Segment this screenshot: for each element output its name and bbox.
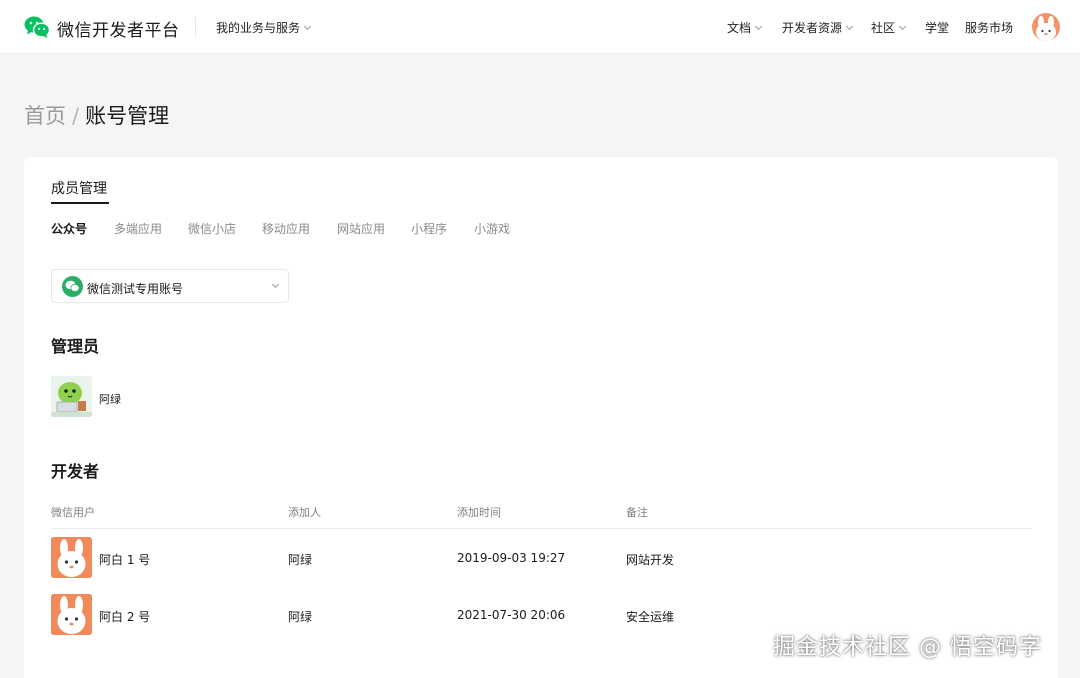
developer-added-time: 2021-07-30 20:06 [457,608,566,622]
column-header-note: 备注 [626,506,648,519]
chevron-down-icon [303,22,312,31]
tab-mini-program[interactable]: 小程序 [411,220,447,237]
breadcrumb-separator: / [72,104,80,128]
table-row: 阿白 1 号 阿绿 2019-09-03 19:27 网站开发 [24,537,1058,581]
member-management-card: 成员管理 公众号 多端应用 微信小店 移动应用 网站应用 小程序 小游戏 微信测… [24,157,1058,678]
developer-note: 安全运维 [626,610,675,624]
watermark-text: 掘金技术社区 @ 悟空码字 [773,635,1042,660]
nav-community[interactable]: 社区 [871,19,907,36]
column-header-wechat-user: 微信用户 [51,506,95,519]
developer-note: 网站开发 [626,553,675,567]
chevron-down-icon [898,22,907,31]
tab-mobile-app[interactable]: 移动应用 [262,220,310,237]
avatar[interactable] [51,537,92,578]
business-services-menu[interactable]: 我的业务与服务 [216,19,312,36]
breadcrumb-home[interactable]: 首页 [24,104,66,128]
avatar[interactable] [51,376,92,417]
account-selector[interactable]: 微信测试专用账号 [51,269,289,303]
chevron-down-icon [271,280,280,289]
developer-user-name: 阿白 1 号 [99,553,151,567]
table-header-divider [51,528,1032,529]
rabbit-avatar-icon [51,537,92,578]
tab-official-account[interactable]: 公众号 [51,220,87,237]
admin-name: 阿绿 [99,393,121,406]
account-selector-value: 微信测试专用账号 [87,282,184,296]
column-header-added-by: 添加人 [288,506,321,519]
tab-wechat-shop[interactable]: 微信小店 [188,220,236,237]
tab-website-app[interactable]: 网站应用 [337,220,385,237]
nav-developer-resources[interactable]: 开发者资源 [782,19,854,36]
nav-developer-resources-label: 开发者资源 [782,21,843,35]
avatar[interactable] [51,594,92,635]
member-management-title[interactable]: 成员管理 [51,178,107,198]
rabbit-avatar-icon [1032,13,1060,41]
nav-community-label: 社区 [871,21,896,35]
rabbit-avatar-icon [51,594,92,635]
developer-section-heading: 开发者 [51,462,100,481]
user-avatar[interactable] [1032,13,1060,41]
wechat-glyph-icon [65,280,80,292]
nav-service-market[interactable]: 服务市场 [965,19,1013,36]
column-header-added-time: 添加时间 [457,506,501,519]
top-navigation-bar: 微信开发者平台 我的业务与服务 文档 开发者资源 社区 学堂 服务市场 [0,0,1080,54]
brand-title[interactable]: 微信开发者平台 [57,16,180,41]
business-services-label: 我的业务与服务 [216,21,301,35]
nav-docs[interactable]: 文档 [727,19,763,36]
developer-user-name: 阿白 2 号 [99,610,151,624]
tab-multi-platform-app[interactable]: 多端应用 [114,220,162,237]
chevron-down-icon [754,22,763,31]
admin-section-heading: 管理员 [51,337,100,356]
developer-added-time: 2019-09-03 19:27 [457,551,566,565]
developer-added-by: 阿绿 [288,610,313,624]
developer-added-by: 阿绿 [288,553,313,567]
header-divider [195,17,196,37]
nav-academy[interactable]: 学堂 [925,19,949,36]
page-title: 账号管理 [85,104,170,128]
active-tab-underline [51,202,109,204]
wechat-account-icon [62,276,83,297]
breadcrumb: 首页 / 账号管理 [24,100,169,130]
green-parrot-avatar-icon [51,376,92,417]
nav-docs-label: 文档 [727,21,752,35]
wechat-logo-icon[interactable] [24,15,50,39]
tab-mini-game[interactable]: 小游戏 [474,220,510,237]
chevron-down-icon [845,22,854,31]
